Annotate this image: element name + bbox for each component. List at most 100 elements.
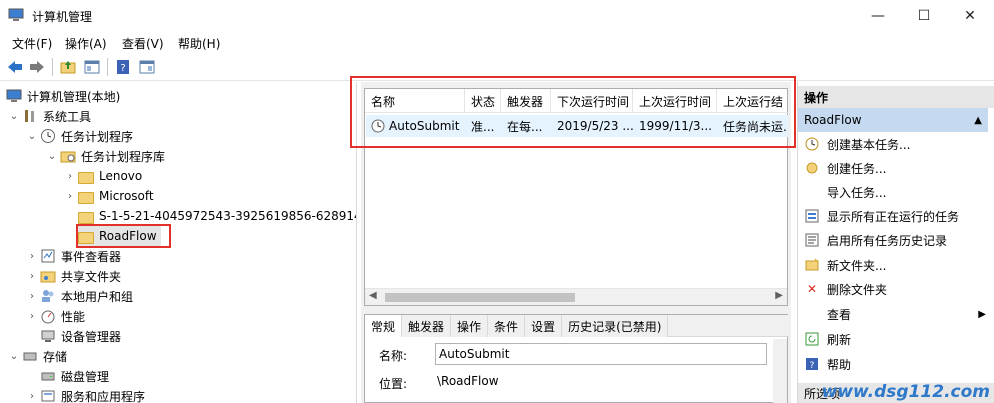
close-button[interactable]: ✕ [947, 0, 993, 31]
tree-item-lenovo[interactable]: › Lenovo [64, 166, 142, 186]
task-detail-panel: 常规 触发器 操作 条件 设置 历史记录(已禁用) 名称: AutoSubmit… [364, 314, 789, 403]
back-button[interactable] [5, 57, 25, 77]
menu-help[interactable]: 帮助(H) [178, 35, 220, 52]
toolbar-separator [107, 58, 108, 76]
expand-arrow-icon[interactable]: ⌄ [26, 131, 38, 142]
expand-arrow-icon[interactable]: › [26, 311, 38, 322]
help-book-icon: ? [117, 60, 129, 74]
tab-actions[interactable]: 操作 [451, 315, 489, 337]
action-label: 刷新 [827, 332, 852, 347]
tree-item-local-users[interactable]: › 本地用户和组 [26, 286, 133, 306]
toolbar-separator [52, 58, 53, 76]
tree-item-disk-management[interactable]: 磁盘管理 [38, 366, 109, 386]
tree-item-device-manager[interactable]: 设备管理器 [38, 326, 121, 346]
back-arrow-icon [8, 61, 22, 73]
expand-arrow-icon[interactable]: › [26, 291, 38, 302]
collapse-arrow-icon[interactable]: ▲ [974, 115, 982, 126]
scroll-left-icon[interactable]: ◀ [369, 290, 377, 301]
library-folder-icon [60, 151, 76, 163]
menu-action[interactable]: 操作(A) [65, 35, 107, 52]
tree-item-sid-folder[interactable]: S-1-5-21-4045972543-3925619856-6289142 [76, 206, 356, 226]
vertical-scrollbar[interactable] [773, 339, 787, 403]
tree-label: 计算机管理(本地) [27, 89, 121, 104]
action-import-task[interactable]: 导入任务... [798, 180, 988, 204]
action-label: 删除文件夹 [827, 282, 888, 297]
scrollbar-thumb[interactable] [385, 293, 575, 302]
expand-arrow-icon[interactable]: ⌄ [46, 151, 58, 162]
tree-item-task-library[interactable]: ⌄ 任务计划程序库 [46, 146, 165, 166]
event-viewer-icon [41, 249, 55, 263]
tab-history[interactable]: 历史记录(已禁用) [562, 315, 669, 337]
tree-item-microsoft[interactable]: › Microsoft [64, 186, 154, 206]
watermark: www.dsg112.com [821, 382, 990, 402]
shared-folder-icon [40, 271, 56, 283]
expand-arrow-icon[interactable]: ⌄ [8, 111, 20, 122]
up-level-button[interactable] [58, 57, 78, 77]
menu-view[interactable]: 查看(V) [122, 35, 164, 52]
highlight-box [76, 224, 171, 248]
tab-general[interactable]: 常规 [365, 315, 403, 337]
action-show-running[interactable]: 显示所有正在运行的任务 [798, 204, 988, 228]
console-tree: 计算机管理(本地) ⌄ 系统工具 ⌄ 任务计划程序 ⌄ 任务计划程序库 › Le… [0, 82, 357, 403]
action-new-folder[interactable]: 新文件夹... [798, 253, 988, 277]
name-field[interactable]: AutoSubmit [435, 343, 767, 365]
help-toolbar-button[interactable]: ? [113, 57, 133, 77]
menu-file[interactable]: 文件(F) [12, 35, 52, 52]
history-icon [804, 232, 820, 248]
show-action-pane-button[interactable] [137, 57, 157, 77]
action-delete-folder[interactable]: ✕ 删除文件夹 [798, 277, 988, 301]
tree-item-services-apps[interactable]: › 服务和应用程序 [26, 386, 145, 403]
tree-item-root[interactable]: 计算机管理(本地) [4, 86, 120, 106]
tree-item-shared-folders[interactable]: › 共享文件夹 [26, 266, 121, 286]
expand-arrow-icon[interactable]: › [26, 251, 38, 262]
actions-header: 操作 [798, 86, 994, 108]
create-task-icon [804, 160, 820, 176]
scroll-right-icon[interactable]: ▶ [775, 290, 783, 301]
action-help[interactable]: ? 帮助 [798, 352, 988, 376]
actions-section-roadflow[interactable]: RoadFlow ▲ [798, 108, 988, 132]
action-create-task[interactable]: 创建任务... [798, 156, 988, 180]
computer-management-icon [6, 89, 22, 102]
tree-label: 任务计划程序 [61, 129, 134, 144]
tree-label: Microsoft [99, 189, 154, 203]
users-icon [42, 290, 54, 302]
tab-settings[interactable]: 设置 [525, 315, 563, 337]
tree-item-storage[interactable]: ⌄ 存储 [8, 346, 67, 366]
action-enable-history[interactable]: 启用所有任务历史记录 [798, 228, 988, 252]
window-title: 计算机管理 [32, 10, 93, 24]
tools-icon [25, 110, 34, 122]
action-label: 创建任务... [827, 161, 887, 176]
blank-icon [804, 306, 820, 322]
location-value: \RoadFlow [437, 374, 499, 388]
tree-label: 本地用户和组 [61, 289, 134, 304]
blank-icon [804, 184, 820, 200]
tree-item-performance[interactable]: › 性能 [26, 306, 85, 326]
title-bar: 计算机管理 — ☐ ✕ [0, 0, 994, 31]
action-refresh[interactable]: 刷新 [798, 327, 988, 351]
maximize-button[interactable]: ☐ [901, 0, 947, 31]
tab-conditions[interactable]: 条件 [488, 315, 526, 337]
show-hide-tree-button[interactable] [82, 57, 102, 77]
tree-label: 存储 [43, 349, 68, 364]
expand-arrow-icon[interactable]: › [26, 271, 38, 282]
expand-arrow-icon[interactable]: ⌄ [8, 351, 20, 362]
refresh-icon [804, 331, 820, 347]
horizontal-scrollbar[interactable]: ◀ ▶ [365, 288, 787, 305]
action-create-basic-task[interactable]: 创建基本任务... [798, 132, 988, 156]
tree-item-task-scheduler[interactable]: ⌄ 任务计划程序 [26, 126, 133, 146]
basic-task-icon [804, 136, 820, 152]
expand-arrow-icon[interactable]: › [64, 191, 76, 202]
tab-triggers[interactable]: 触发器 [402, 315, 452, 337]
forward-arrow-icon [30, 61, 44, 73]
forward-button[interactable] [27, 57, 47, 77]
tree-item-event-viewer[interactable]: › 事件查看器 [26, 246, 121, 266]
tree-item-system-tools[interactable]: ⌄ 系统工具 [8, 106, 91, 126]
tree-label: 服务和应用程序 [61, 389, 146, 403]
expand-arrow-icon[interactable]: › [26, 391, 38, 402]
action-view[interactable]: 查看 ▶ [798, 302, 988, 326]
folder-up-icon [60, 61, 76, 74]
menu-bar: 文件(F) 操作(A) 查看(V) 帮助(H) [0, 31, 994, 53]
folder-icon [78, 192, 94, 204]
expand-arrow-icon[interactable]: › [64, 171, 76, 182]
minimize-button[interactable]: — [855, 0, 901, 31]
